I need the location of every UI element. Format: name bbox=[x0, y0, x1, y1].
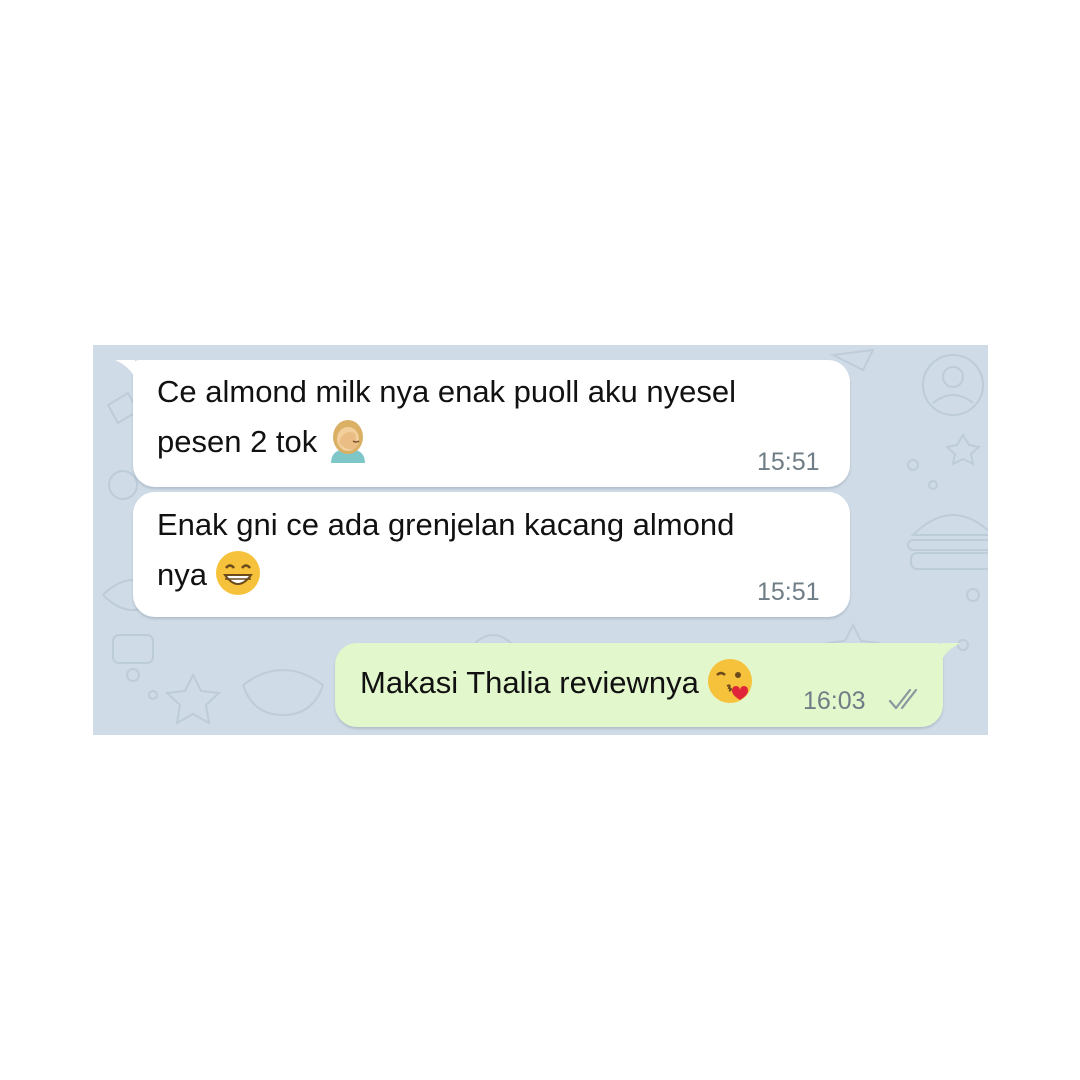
message-text: Makasi Thalia reviewnya bbox=[360, 658, 753, 708]
message-timestamp: 15:51 bbox=[757, 448, 820, 476]
page: Ce almond milk nya enak puoll aku nyesel… bbox=[0, 0, 1080, 1080]
read-double-check-icon bbox=[888, 688, 918, 710]
message-text: Ce almond milk nya enak puoll aku nyesel… bbox=[157, 367, 736, 467]
woman-facepalming-icon bbox=[325, 417, 371, 463]
message-text-line: nya bbox=[157, 557, 207, 592]
message-text-line: pesen 2 tok bbox=[157, 424, 318, 459]
outgoing-message-bubble[interactable]: Makasi Thalia reviewnya 16:03 bbox=[335, 643, 961, 727]
message-text-line: Enak gni ce ada grenjelan kacang almond bbox=[157, 507, 735, 542]
chat-message-list[interactable]: Ce almond milk nya enak puoll aku nyesel… bbox=[93, 345, 988, 735]
message-text-line: Makasi Thalia reviewnya bbox=[360, 665, 699, 700]
incoming-message-bubble[interactable]: Enak gni ce ada grenjelan kacang almond … bbox=[133, 492, 850, 617]
bubble-tail bbox=[115, 360, 135, 378]
message-text: Enak gni ce ada grenjelan kacang almond … bbox=[157, 500, 734, 600]
grinning-face-icon bbox=[215, 550, 261, 596]
bubble-tail bbox=[941, 643, 961, 661]
message-timestamp: 15:51 bbox=[757, 578, 820, 606]
message-timestamp: 16:03 bbox=[803, 687, 866, 715]
face-blowing-kiss-icon bbox=[707, 658, 753, 704]
incoming-message-bubble[interactable]: Ce almond milk nya enak puoll aku nyesel… bbox=[115, 360, 850, 487]
message-text-line: Ce almond milk nya enak puoll aku nyesel bbox=[157, 374, 736, 409]
